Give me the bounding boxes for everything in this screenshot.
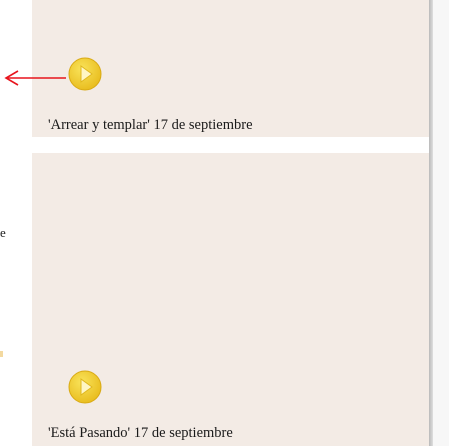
- left-cutoff-text: e: [0, 225, 6, 240]
- audio-caption-2: 'Está Pasando' 17 de septiembre: [48, 425, 233, 441]
- play-icon: [68, 57, 102, 91]
- audio-caption-1: 'Arrear y templar' 17 de septiembre: [48, 117, 253, 133]
- row-divider: [32, 137, 429, 153]
- play-icon: [68, 370, 102, 404]
- page: e 'Arrear y templar' 17 de septiembre 'E…: [0, 0, 449, 446]
- play-button-1[interactable]: [67, 56, 103, 92]
- left-arrow-icon: [4, 70, 66, 86]
- scrollbar-edge: [429, 0, 433, 446]
- audio-list-panel: 'Arrear y templar' 17 de septiembre 'Est…: [32, 0, 429, 446]
- play-button-2[interactable]: [67, 369, 103, 405]
- left-cutoff-mark: [0, 351, 3, 357]
